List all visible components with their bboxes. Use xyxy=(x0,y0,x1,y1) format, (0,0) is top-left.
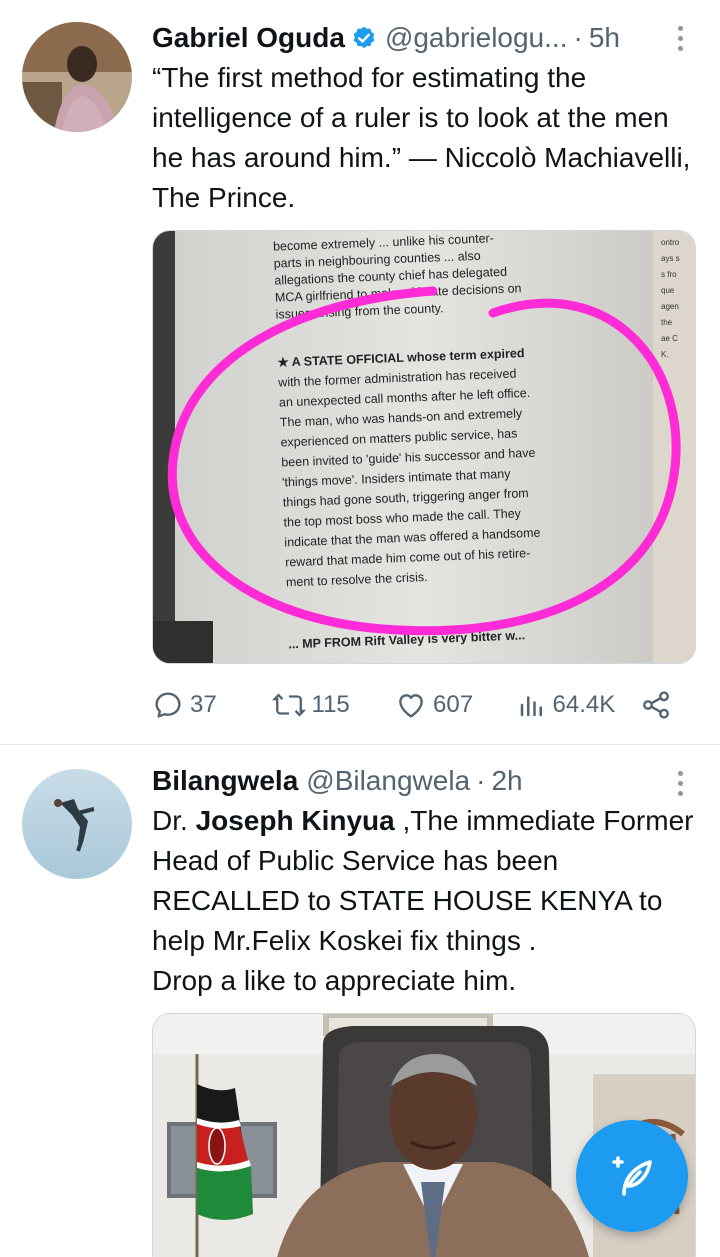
heart-icon xyxy=(399,694,423,718)
author-handle[interactable]: @Bilangwela xyxy=(306,765,470,797)
svg-text:ays s: ays s xyxy=(661,254,680,263)
svg-text:agen: agen xyxy=(661,302,679,311)
tweet-time[interactable]: 5h xyxy=(589,22,620,54)
author-avatar[interactable] xyxy=(22,22,132,132)
more-options-icon[interactable] xyxy=(670,22,690,54)
svg-text:que: que xyxy=(661,286,675,295)
share-button[interactable] xyxy=(640,689,672,721)
retweet-icon xyxy=(271,693,306,717)
tweet-text: Dr. Joseph Kinyua ,The immediate Former … xyxy=(152,801,696,1001)
svg-text:K.: K. xyxy=(661,350,669,359)
tweet-media-image[interactable]: ontro ays ss fro que agen the ae C K. become… xyxy=(152,230,696,664)
compose-tweet-button[interactable] xyxy=(576,1120,688,1232)
views-count: 64.4K xyxy=(552,691,616,718)
tweet-text: “The first method for estimating the int… xyxy=(152,62,691,213)
svg-text:ontro: ontro xyxy=(661,238,680,247)
views-bar-chart-icon xyxy=(520,696,542,717)
retweet-button[interactable]: 115 xyxy=(271,689,396,721)
tweet-text-bold-name: Joseph Kinyua xyxy=(195,805,395,836)
tweet-text-prefix: Dr. xyxy=(152,805,196,836)
retweet-count: 115 xyxy=(311,691,350,718)
author-name[interactable]: Gabriel Oguda xyxy=(152,22,345,54)
views-button[interactable]: 64.4K xyxy=(517,689,641,721)
tweet-header: Gabriel Oguda @gabrielogu... · 5h xyxy=(152,20,690,56)
tweet-actions: 37 115 607 64.4K xyxy=(152,684,672,726)
reply-count: 37 xyxy=(190,691,217,718)
like-count: 607 xyxy=(433,691,474,718)
compose-feather-icon xyxy=(612,1156,652,1196)
tweet-header: Bilangwela @Bilangwela · 2h xyxy=(152,763,690,799)
share-icon xyxy=(643,691,669,719)
tweet-time[interactable]: 2h xyxy=(491,765,522,797)
svg-text:the: the xyxy=(661,318,673,327)
author-handle[interactable]: @gabrielogu... xyxy=(385,22,568,54)
author-name[interactable]: Bilangwela xyxy=(152,765,298,797)
tweet-text-line2: Drop a like to appreciate him. xyxy=(152,965,517,996)
author-avatar[interactable] xyxy=(22,769,132,879)
reply-button[interactable]: 37 xyxy=(152,689,272,721)
svg-text:ae C: ae C xyxy=(661,334,678,343)
reply-icon xyxy=(155,692,181,718)
separator-dot: · xyxy=(476,765,486,796)
more-options-icon[interactable] xyxy=(670,767,690,799)
separator-dot: · xyxy=(573,22,583,53)
svg-text:s fro: s fro xyxy=(661,270,677,279)
tweet[interactable]: Gabriel Oguda @gabrielogu... · 5h “The f… xyxy=(0,0,720,744)
like-button[interactable]: 607 xyxy=(395,689,517,721)
verified-badge-icon xyxy=(351,25,377,51)
